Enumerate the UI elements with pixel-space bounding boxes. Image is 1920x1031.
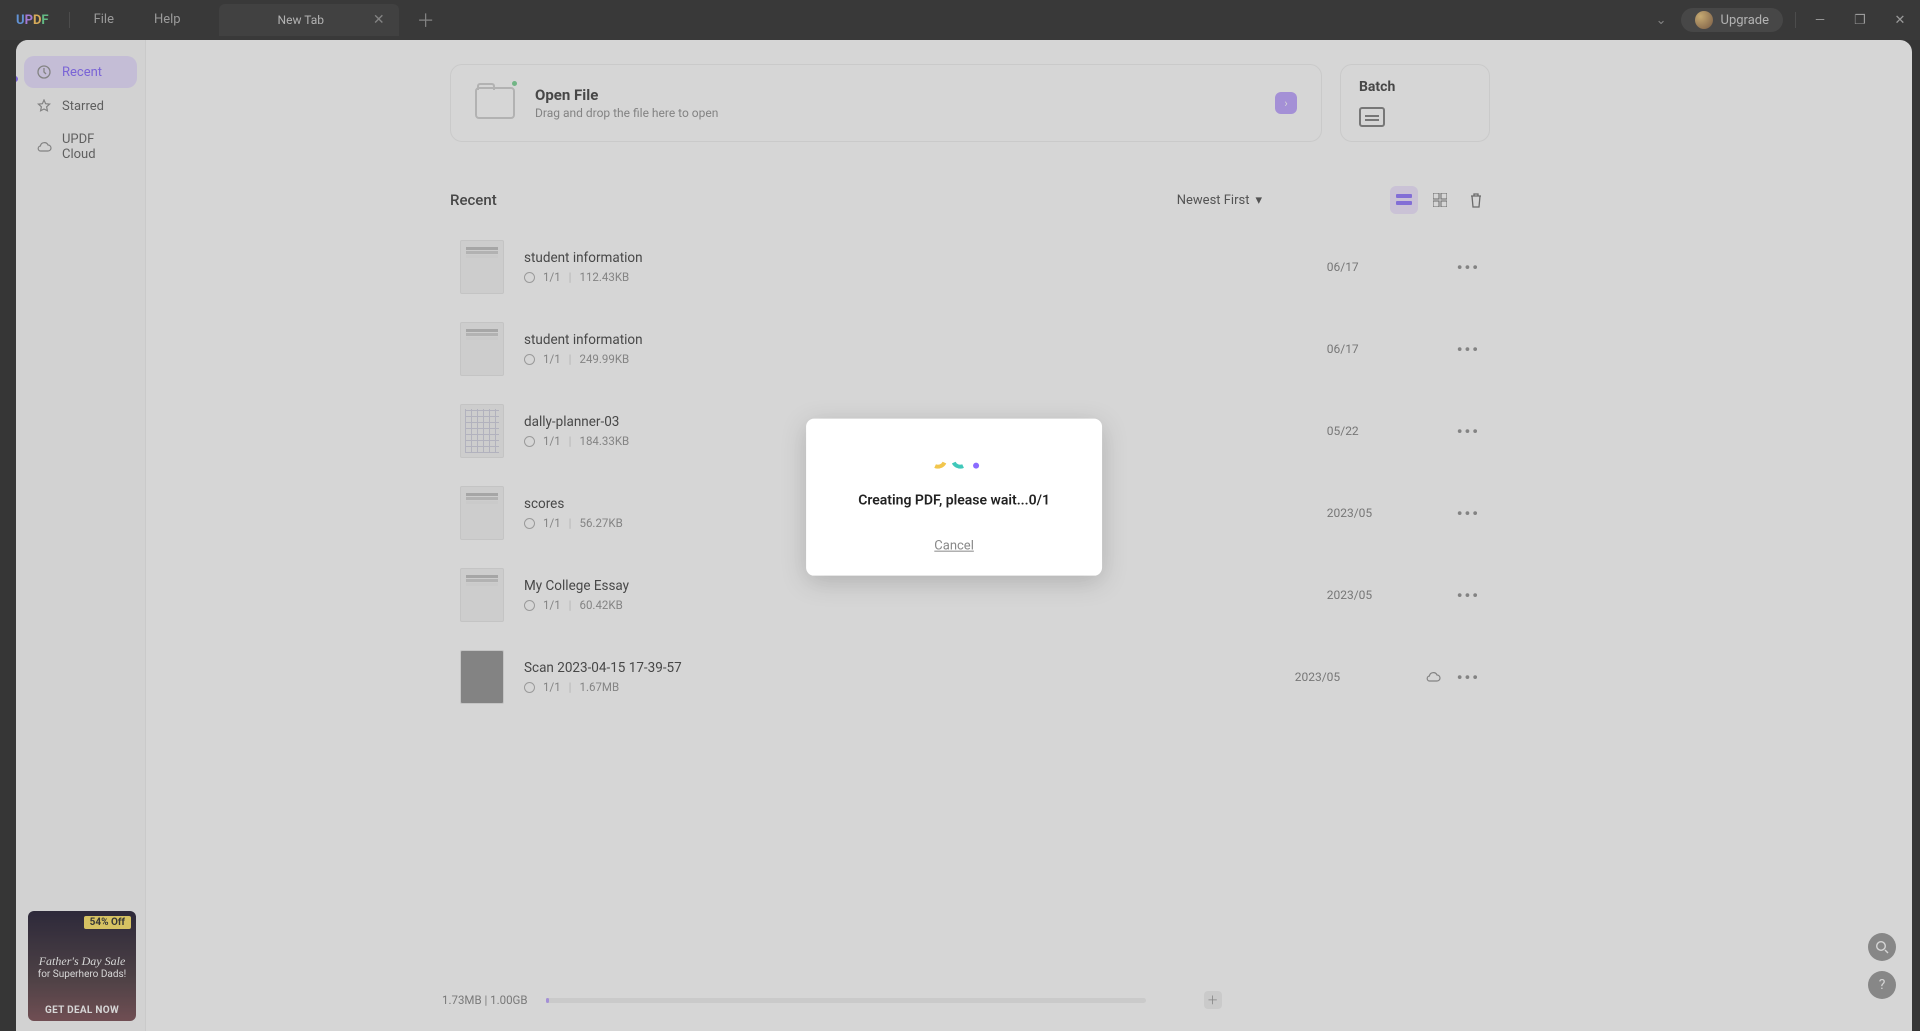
loading-icon bbox=[929, 450, 979, 468]
modal-cancel-button[interactable]: Cancel bbox=[826, 538, 1082, 553]
modal-message: Creating PDF, please wait...0/1 bbox=[826, 492, 1082, 508]
progress-modal: Creating PDF, please wait...0/1 Cancel bbox=[806, 418, 1102, 575]
